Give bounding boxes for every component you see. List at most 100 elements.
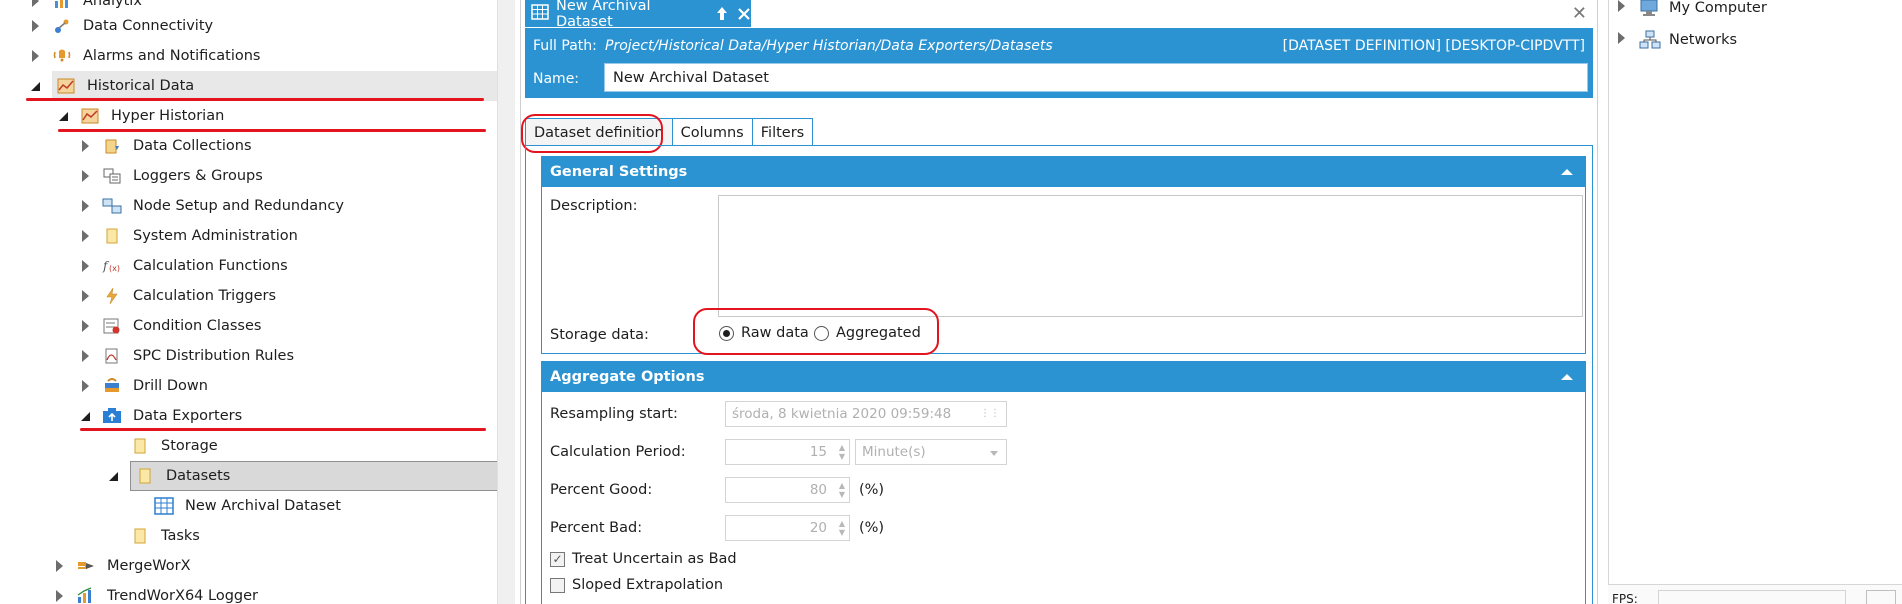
expand-arrow-icon[interactable] — [78, 229, 92, 243]
tree-item-my-computer[interactable]: My Computer — [1618, 0, 1767, 18]
name-label: Name: — [533, 71, 580, 87]
tree-item-drill-down[interactable]: Drill Down — [78, 371, 212, 401]
calculation-period-stepper[interactable]: 15 ▲ ▼ — [725, 439, 850, 465]
spin-arrows-icon[interactable]: ▲ ▼ — [839, 443, 845, 461]
right-panel-divider — [1608, 0, 1609, 604]
tree-item-spc-rules[interactable]: SPC Distribution Rules — [78, 341, 298, 371]
calendar-grid-icon[interactable]: ⋮⋮ — [980, 408, 1000, 419]
tree-item-condition-classes[interactable]: Condition Classes — [78, 311, 265, 341]
project-tree: Analytix Data Connectivity Alarms and No… — [0, 0, 497, 604]
network-icon — [1639, 30, 1661, 50]
chevron-down-icon — [990, 451, 998, 456]
tree-item-historical-data[interactable]: Historical Data — [28, 71, 497, 101]
tree-item-data-exporters[interactable]: Data Exporters — [78, 401, 246, 431]
collapse-arrow-icon[interactable] — [56, 109, 70, 123]
data-collections-icon — [102, 136, 122, 156]
pin-icon[interactable] — [715, 6, 729, 22]
tree-item-new-archival-dataset[interactable]: New Archival Dataset — [130, 491, 345, 521]
folder-icon — [130, 436, 150, 456]
storage-data-label: Storage data: — [550, 327, 649, 343]
tree-item-alarms[interactable]: Alarms and Notifications — [28, 41, 264, 71]
name-input[interactable] — [604, 63, 1588, 92]
tree-item-mergeworx[interactable]: MergeWorX — [52, 551, 195, 581]
tree-item-calculation-functions[interactable]: f (x) Calculation Functions — [78, 251, 292, 281]
data-exporters-icon — [102, 406, 122, 426]
expand-arrow-icon[interactable] — [78, 289, 92, 303]
percent-bad-stepper[interactable]: 20 ▲ ▼ — [725, 515, 850, 541]
historical-data-icon — [56, 76, 76, 96]
tree-item-storage[interactable]: Storage — [106, 431, 222, 461]
spin-arrows-icon[interactable]: ▲ ▼ — [839, 519, 845, 537]
expand-arrow-icon[interactable] — [52, 559, 66, 573]
expand-arrow-icon[interactable] — [78, 319, 92, 333]
fps-input[interactable] — [1658, 590, 1846, 604]
collapse-arrow-icon[interactable] — [78, 409, 92, 423]
tree-item-networks[interactable]: Networks — [1618, 30, 1737, 50]
expand-arrow-icon[interactable] — [28, 49, 42, 63]
checkbox-empty-icon — [550, 577, 565, 593]
collapse-arrow-icon[interactable] — [106, 469, 120, 483]
tree-item-node-setup[interactable]: Node Setup and Redundancy — [78, 191, 348, 221]
document-tab[interactable]: New Archival Dataset — [525, 0, 751, 30]
data-connectivity-icon — [52, 16, 72, 36]
lightning-icon — [102, 286, 122, 306]
general-settings-header[interactable]: General Settings — [542, 157, 1585, 187]
right-panel — [1598, 0, 1902, 604]
hyper-historian-icon — [80, 106, 100, 126]
expand-arrow-icon[interactable] — [78, 199, 92, 213]
dataset-editor: New Archival Dataset ✕ Full Path: Projec… — [520, 0, 1598, 604]
expand-arrow-icon[interactable] — [78, 349, 92, 363]
checkmark-icon: ✓ — [550, 551, 565, 567]
folder-icon — [135, 466, 155, 486]
expand-arrow-icon[interactable] — [28, 19, 42, 33]
collapse-caret-icon[interactable] — [1561, 374, 1573, 380]
expand-arrow-icon[interactable] — [78, 139, 92, 153]
folder-icon — [130, 526, 150, 546]
close-document-icon[interactable]: ✕ — [1572, 3, 1587, 24]
annotation-circle — [693, 308, 939, 355]
calculation-period-unit-select[interactable]: Minute(s) — [855, 439, 1007, 465]
expand-arrow-icon[interactable] — [1618, 0, 1639, 16]
tree-item-tasks[interactable]: Tasks — [106, 521, 204, 551]
condition-classes-icon — [102, 316, 122, 336]
collapse-caret-icon[interactable] — [1561, 169, 1573, 175]
expand-arrow-icon[interactable] — [78, 379, 92, 393]
description-label: Description: — [550, 198, 638, 214]
tree-item-hyper-historian[interactable]: Hyper Historian — [56, 101, 228, 131]
loggers-groups-icon — [102, 166, 122, 186]
tree-item-datasets[interactable]: Datasets — [106, 461, 497, 491]
expand-arrow-icon[interactable] — [52, 589, 66, 603]
expand-arrow-icon[interactable] — [1618, 32, 1639, 48]
document-tab-title: New Archival Dataset — [556, 0, 651, 30]
tree-item-system-administration[interactable]: System Administration — [78, 221, 302, 251]
expand-arrow-icon[interactable] — [28, 0, 42, 8]
expand-arrow-icon[interactable] — [78, 259, 92, 273]
tree-scrollbar[interactable] — [497, 0, 515, 604]
tab-columns[interactable]: Columns — [671, 118, 753, 146]
description-textarea[interactable] — [718, 195, 1583, 317]
aggregate-options-section: Aggregate Options Resampling start: środ… — [541, 361, 1586, 604]
spin-arrows-icon[interactable]: ▲ ▼ — [839, 481, 845, 499]
aggregate-options-header[interactable]: Aggregate Options — [542, 362, 1585, 392]
expand-arrow-icon[interactable] — [78, 169, 92, 183]
tree-item-data-collections[interactable]: Data Collections — [78, 131, 256, 161]
tree-item-trendworx[interactable]: TrendWorX64 Logger — [52, 581, 262, 604]
close-tab-icon[interactable] — [737, 7, 751, 21]
definition-info: [DATASET DEFINITION] [DESKTOP-CIPDVTT] — [1282, 38, 1585, 54]
alarms-icon — [52, 46, 72, 66]
folder-icon — [102, 226, 122, 246]
tree-item-loggers-groups[interactable]: Loggers & Groups — [78, 161, 267, 191]
tree-item-calculation-triggers[interactable]: Calculation Triggers — [78, 281, 280, 311]
tree-item-data-connectivity[interactable]: Data Connectivity — [28, 11, 217, 41]
resampling-start-input[interactable]: środa, 8 kwietnia 2020 09:59:48 ⋮⋮ — [725, 401, 1007, 427]
sloped-extrapolation-checkbox[interactable]: Sloped Extrapolation — [550, 577, 723, 593]
fps-button[interactable] — [1866, 590, 1896, 604]
percent-good-stepper[interactable]: 80 ▲ ▼ — [725, 477, 850, 503]
treat-uncertain-checkbox[interactable]: ✓ Treat Uncertain as Bad — [550, 551, 737, 567]
tab-filters[interactable]: Filters — [751, 118, 814, 146]
percent-bad-label: Percent Bad: — [550, 520, 643, 536]
collapse-arrow-icon[interactable] — [28, 79, 42, 93]
svg-text:(x): (x) — [109, 264, 120, 273]
dataset-header: Full Path: Project/Historical Data/Hyper… — [525, 28, 1593, 98]
full-path-label: Full Path: — [533, 38, 597, 54]
